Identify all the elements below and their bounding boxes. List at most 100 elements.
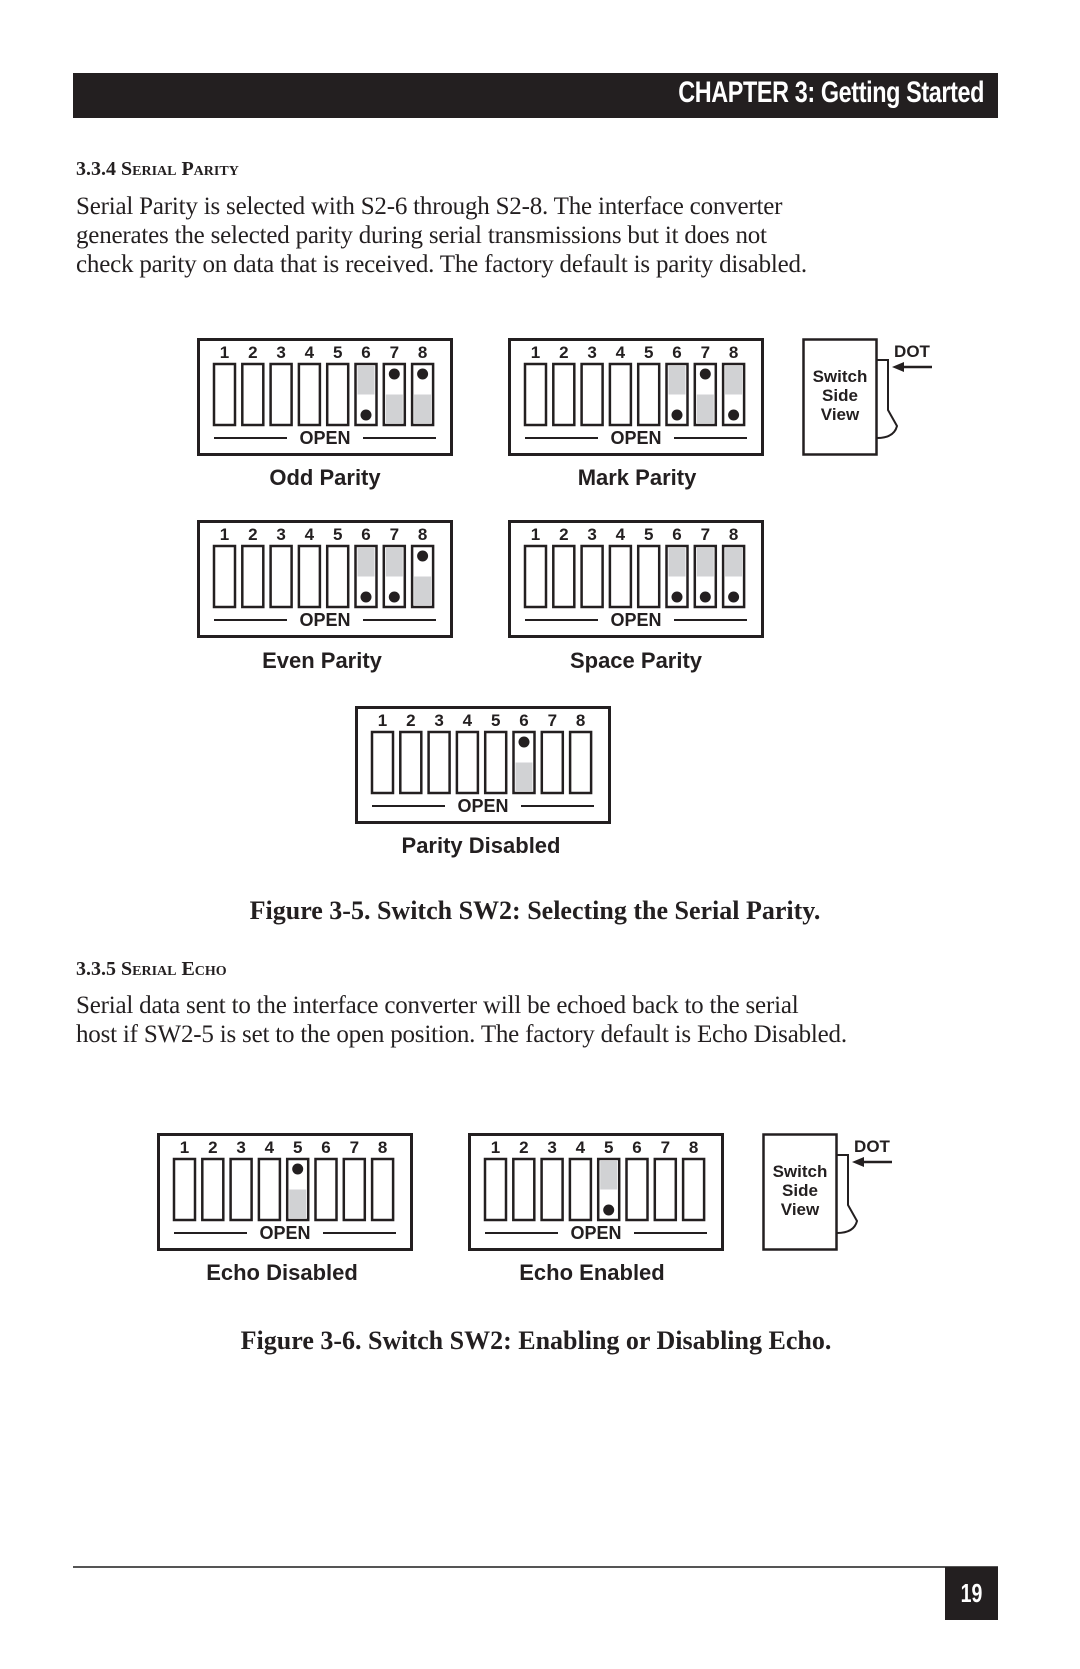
switch-slot [325, 544, 350, 609]
switch-slot [552, 544, 576, 609]
page-number-box: 19 [945, 1567, 998, 1620]
page-number: 19 [960, 1578, 983, 1608]
section-title-serial-echo: 3.3.5 Serial Echo [76, 958, 227, 980]
switch-dot [360, 591, 372, 603]
switch-number: 1 [378, 711, 387, 730]
switch-number: 8 [418, 525, 427, 544]
switch-number: 4 [265, 1138, 275, 1157]
switch-slot [568, 730, 593, 795]
switch-number: 7 [390, 525, 399, 544]
switch-slot [342, 1157, 367, 1222]
open-label: OPEN [259, 1223, 310, 1243]
section-title-serial-parity: 3.3.4 Serial Parity [76, 158, 239, 180]
switch-dot [518, 736, 530, 748]
switch-number: 5 [604, 1138, 613, 1157]
switch-number: 2 [248, 525, 257, 544]
switch-dot [728, 591, 740, 603]
paragraph-line: host if SW2-5 is set to the open positio… [76, 1021, 847, 1048]
switch-number: 6 [361, 343, 370, 362]
dip-switch-space-parity: 1 2 3 4 5 6 7 8 OPEN [508, 520, 764, 638]
switch-slot [399, 730, 423, 795]
switch-number: 7 [350, 1138, 359, 1157]
switch-number: 8 [729, 343, 738, 362]
switch-number: 4 [616, 343, 626, 362]
switch-number: 1 [180, 1138, 189, 1157]
switch-number: 2 [208, 1138, 217, 1157]
open-label: OPEN [299, 610, 350, 630]
dip-switch-parity-disabled: 1 2 3 4 5 6 7 8 OPEN [355, 706, 611, 824]
switch-slot [427, 730, 451, 795]
switch-number: 7 [390, 343, 399, 362]
dip-switch-mark-parity: 1 2 3 4 5 6 7 8 OPEN [508, 338, 764, 456]
switch-dot [699, 368, 711, 380]
switch-number: 1 [220, 343, 229, 362]
chapter-title: CHAPTER 3: Getting Started [678, 76, 984, 109]
dip-switch-echo-disabled: 1 2 3 4 5 6 7 8 OPEN [157, 1133, 413, 1251]
switch-label-parity-disabled: Parity Disabled [401, 833, 561, 858]
switch-slot [636, 362, 661, 427]
switch-shade [414, 576, 432, 605]
switch-slot [483, 1157, 508, 1222]
switch-number: 1 [531, 343, 540, 362]
open-label: OPEN [610, 610, 661, 630]
switch-number: 3 [276, 525, 285, 544]
switch-slot [325, 362, 350, 427]
serial-echo-paragraph: Serial data sent to the interface conver… [76, 991, 1016, 1049]
switch-shade [357, 366, 375, 395]
switch-slot [580, 544, 604, 609]
dot-label: DOT [894, 342, 931, 361]
switch-dot [671, 591, 683, 603]
switch-number: 5 [491, 711, 500, 730]
switch-number: 5 [644, 343, 653, 362]
switch-shade [414, 394, 432, 423]
switch-slot [653, 1157, 678, 1222]
switch-slot [483, 730, 508, 795]
switch-number: 4 [463, 711, 473, 730]
switch-number: 7 [701, 525, 710, 544]
switch-number: 8 [729, 525, 738, 544]
switch-slot [269, 362, 293, 427]
paragraph-line: generates the selected parity during ser… [76, 222, 767, 249]
switch-number: 2 [519, 1138, 528, 1157]
side-view-label: Switch [773, 1162, 828, 1181]
switch-dot [417, 368, 429, 380]
switch-slot [172, 1157, 197, 1222]
dip-switch-echo-enabled: 1 2 3 4 5 6 7 8 OPEN [468, 1133, 724, 1251]
switch-slot [580, 362, 604, 427]
paragraph-line: Serial Parity is selected with S2-6 thro… [76, 193, 783, 220]
switch-label-echo-disabled: Echo Disabled [206, 1260, 358, 1285]
switch-number: 6 [519, 711, 528, 730]
switch-shade [696, 394, 714, 423]
switch-lever [836, 1154, 859, 1234]
figure-caption-3-6: Figure 3-6. Switch SW2: Enabling or Disa… [240, 1326, 832, 1355]
switch-slot [370, 1157, 395, 1222]
switch-lever [876, 359, 899, 439]
switch-shade [725, 366, 743, 395]
switch-slot [568, 1157, 593, 1222]
switch-shade [696, 548, 714, 577]
switch-slot [212, 362, 237, 427]
switch-number: 2 [559, 525, 568, 544]
switch-slot [552, 362, 576, 427]
switch-slot [314, 1157, 338, 1222]
switch-slot [257, 1157, 282, 1222]
switch-number: 6 [672, 525, 681, 544]
switch-number: 3 [276, 343, 285, 362]
paragraph-line: Serial data sent to the interface conver… [76, 992, 799, 1019]
switch-label-even-parity: Even Parity [262, 648, 382, 673]
switch-number: 5 [333, 343, 342, 362]
switch-slot [523, 544, 548, 609]
switch-side-view-diagram: SwitchSideView DOT [762, 1133, 892, 1251]
switch-number: 7 [548, 711, 557, 730]
footer-rule [73, 1566, 998, 1568]
switch-slot [625, 1157, 649, 1222]
switch-number: 4 [305, 343, 315, 362]
switch-slot [540, 1157, 564, 1222]
switch-dot [417, 550, 429, 562]
switch-slot [370, 730, 395, 795]
switch-label-odd-parity: Odd Parity [269, 465, 381, 490]
switch-slot [455, 730, 480, 795]
paragraph-line: check parity on data that is received. T… [76, 251, 807, 278]
dip-switch-odd-parity: 1 2 3 4 5 6 7 8 OPEN [197, 338, 453, 456]
side-view-label: View [781, 1200, 820, 1219]
